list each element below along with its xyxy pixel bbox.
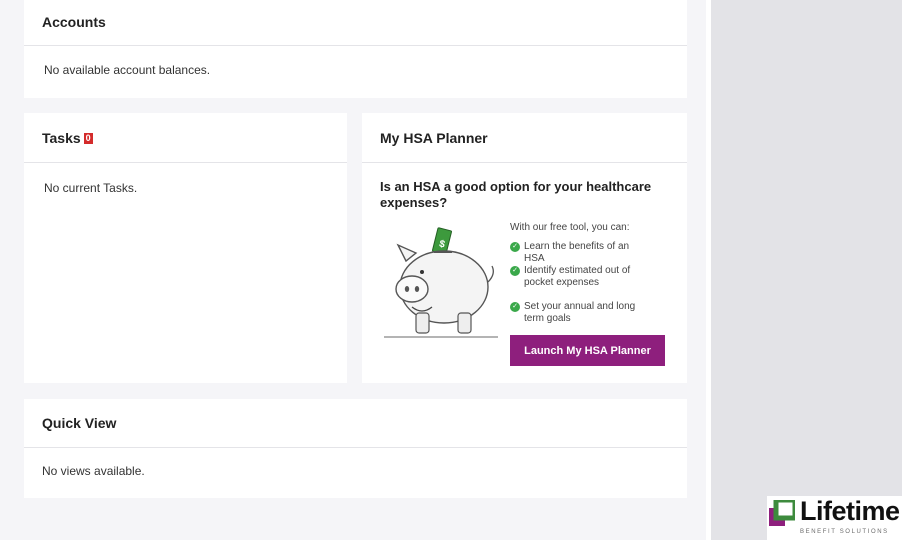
quick-view-title: Quick View — [42, 415, 117, 431]
hsa-planner-header: My HSA Planner — [362, 113, 687, 163]
benefit-item: ✓ Identify estimated out of pocket expen… — [510, 265, 652, 289]
accounts-title: Accounts — [42, 13, 106, 30]
check-circle-icon: ✓ — [510, 242, 520, 252]
quick-view-card: Quick View No views available. — [24, 399, 687, 498]
tasks-header: Tasks 0 — [24, 113, 347, 163]
tasks-count-badge: 0 — [83, 132, 93, 144]
benefit-text: Set your annual and long term goals — [524, 301, 636, 324]
lifetime-logo: Lifetime BENEFIT SOLUTIONS — [767, 496, 902, 540]
quick-view-empty-message: No views available. — [42, 464, 145, 478]
check-circle-icon: ✓ — [510, 302, 520, 312]
logo-tagline: BENEFIT SOLUTIONS — [800, 529, 889, 535]
logo-name: Lifetime — [800, 496, 900, 526]
accounts-card: Accounts No available account balances. — [24, 0, 687, 98]
tasks-title: Tasks — [42, 129, 81, 146]
hsa-planner-title: My HSA Planner — [380, 129, 488, 146]
right-pane — [711, 0, 902, 540]
benefit-text: Learn the benefits of an HSA — [524, 241, 630, 264]
quick-view-header: Quick View — [24, 399, 687, 448]
accounts-header: Accounts — [24, 0, 687, 46]
check-circle-icon: ✓ — [510, 266, 520, 276]
tasks-card: Tasks 0 No current Tasks. — [24, 113, 347, 383]
benefit-item: ✓ Set your annual and long term goals — [510, 301, 652, 325]
hsa-question: Is an HSA a good option for your healthc… — [380, 179, 652, 210]
logo-mark-icon — [769, 500, 795, 526]
tasks-empty-message: No current Tasks. — [44, 181, 138, 195]
accounts-empty-message: No available account balances. — [44, 63, 211, 77]
benefit-text: Identify estimated out of pocket expense… — [524, 265, 631, 288]
hsa-planner-card: My HSA Planner Is an HSA a good option f… — [362, 113, 687, 383]
piggy-bank-illustration: $ — [384, 227, 498, 338]
hsa-intro-text: With our free tool, you can: — [510, 222, 630, 233]
benefit-item: ✓ Learn the benefits of an HSA — [510, 241, 652, 265]
launch-hsa-planner-button[interactable]: Launch My HSA Planner — [510, 335, 665, 366]
